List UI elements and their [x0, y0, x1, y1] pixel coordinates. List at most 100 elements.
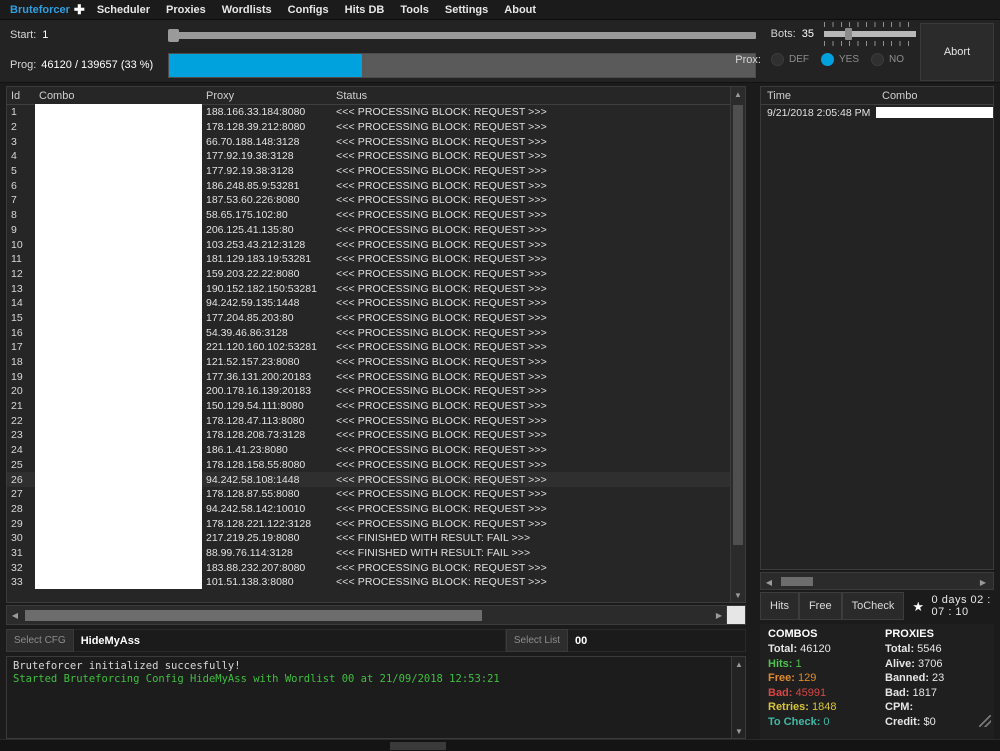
hits-col-combo[interactable]: Combo: [876, 90, 993, 102]
table-row[interactable]: 30 217.219.25.19:8080 <<< FINISHED WITH RE…: [7, 531, 745, 546]
menu-item-about[interactable]: About: [504, 4, 536, 16]
prox-radio-yes[interactable]: [820, 53, 834, 66]
hits-scroll-left-icon[interactable]: ◀: [761, 573, 777, 591]
table-row[interactable]: 29 178.128.221.122:3128 <<< PROCESSING BLO…: [7, 516, 745, 531]
cell-status: <<< FINISHED WITH RESULT: FAIL >>>: [336, 532, 531, 545]
table-row[interactable]: 6 186.248.85.9:53281 <<< PROCESSING BLOCK:…: [7, 178, 745, 193]
cell-status: <<< PROCESSING BLOCK: REQUEST >>>: [336, 400, 547, 413]
menu-item-settings[interactable]: Settings: [445, 4, 488, 16]
menu-item-tools[interactable]: Tools: [400, 4, 429, 16]
table-row[interactable]: 12 159.203.22.22:8080 <<< PROCESSING BLOCK…: [7, 267, 745, 282]
hits-col-time[interactable]: Time: [761, 90, 876, 102]
table-row[interactable]: 10 103.253.43.212:3128 <<< PROCESSING BLOC…: [7, 237, 745, 252]
tab-hits[interactable]: Hits: [760, 592, 799, 620]
table-row[interactable]: 27 178.128.87.55:8080 <<< PROCESSING BLOCK…: [7, 487, 745, 502]
table-row[interactable]: 33 101.51.138.3:8080 <<< PROCESSING BLOCK:…: [7, 575, 745, 590]
table-row[interactable]: 8 58.65.175.102:80 <<< PROCESSING BLOCK: R…: [7, 208, 745, 223]
cell-status: <<< PROCESSING BLOCK: REQUEST >>>: [336, 370, 547, 383]
table-row[interactable]: 31 88.99.76.114:3128 <<< FINISHED WITH RES…: [7, 546, 745, 561]
result-tabs: Hits Free ToCheck ★ 0 days 02 : 07 : 10: [760, 592, 994, 620]
progress-bar: [168, 52, 756, 78]
menu-item-configs[interactable]: Configs: [288, 4, 329, 16]
table-row[interactable]: 21 150.129.54.111:8080 <<< PROCESSING BLOC…: [7, 399, 745, 414]
app-brand[interactable]: Bruteforcer: [10, 4, 70, 16]
abort-button[interactable]: Abort: [920, 23, 994, 81]
menu-item-proxies[interactable]: Proxies: [166, 4, 206, 16]
table-row[interactable]: 5 177.92.19.38:3128 <<< PROCESSING BLOCK: …: [7, 164, 745, 179]
hit-row[interactable]: 9/21/2018 2:05:48 PM: [761, 105, 993, 120]
prox-radio-no[interactable]: [871, 53, 884, 66]
grid-vertical-scrollbar[interactable]: ▲ ▼: [730, 87, 745, 602]
cell-proxy: 94.242.58.142:10010: [206, 502, 306, 515]
table-row[interactable]: 2 178.128.39.212:8080 <<< PROCESSING BLOCK…: [7, 120, 745, 135]
grid-col-combo[interactable]: Combo: [35, 90, 202, 102]
start-slider-thumb[interactable]: [168, 28, 179, 42]
cell-status: <<< PROCESSING BLOCK: REQUEST >>>: [336, 135, 547, 148]
table-row[interactable]: 23 178.128.208.73:3128 <<< PROCESSING BLOC…: [7, 428, 745, 443]
log-scroll-down-icon[interactable]: ▼: [732, 724, 745, 738]
grid-horizontal-scroll-thumb[interactable]: [25, 610, 482, 621]
table-row[interactable]: 7 187.53.60.226:8080 <<< PROCESSING BLOCK:…: [7, 193, 745, 208]
table-row[interactable]: 28 94.242.58.142:10010 <<< PROCESSING BLOC…: [7, 502, 745, 517]
bots-slider-thumb[interactable]: [845, 28, 852, 40]
table-row[interactable]: 3 66.70.188.148:3128 <<< PROCESSING BLOCK:…: [7, 134, 745, 149]
table-row[interactable]: 24 186.1.41.23:8080 <<< PROCESSING BLOCK: …: [7, 443, 745, 458]
stat-line: To Check: 0: [768, 716, 877, 728]
hits-scroll-right-icon[interactable]: ▶: [975, 573, 991, 591]
table-row[interactable]: 4 177.92.19.38:3128 <<< PROCESSING BLOCK: …: [7, 149, 745, 164]
hits-horizontal-scroll-thumb[interactable]: [781, 577, 813, 586]
hits-body: 9/21/2018 2:05:48 PM: [761, 105, 993, 120]
window-resize-grip[interactable]: [979, 715, 991, 727]
table-row[interactable]: 14 94.242.59.135:1448 <<< PROCESSING BLOCK…: [7, 296, 745, 311]
stat-key: Total:: [885, 643, 915, 655]
elapsed-timer: ★ 0 days 02 : 07 : 10: [904, 592, 994, 620]
grid-col-proxy[interactable]: Proxy: [202, 90, 332, 102]
cell-id: 22: [11, 414, 23, 427]
grid-col-id[interactable]: Id: [7, 90, 35, 102]
table-row[interactable]: 11 181.129.183.19:53281 <<< PROCESSING BLO…: [7, 252, 745, 267]
scroll-down-icon[interactable]: ▼: [731, 588, 745, 602]
table-row[interactable]: 32 183.88.232.207:8080 <<< PROCESSING BLOC…: [7, 560, 745, 575]
bots-slider[interactable]: [824, 22, 916, 46]
plus-icon[interactable]: ✚: [74, 3, 85, 16]
table-row[interactable]: 13 190.152.182.150:53281 <<< PROCESSING BL…: [7, 281, 745, 296]
grid-col-status[interactable]: Status: [332, 90, 745, 102]
scroll-right-icon[interactable]: ▶: [711, 606, 727, 624]
log-scroll-up-icon[interactable]: ▲: [732, 657, 745, 671]
cell-status: <<< PROCESSING BLOCK: REQUEST >>>: [336, 458, 547, 471]
table-row[interactable]: 16 54.39.46.86:3128 <<< PROCESSING BLOCK: …: [7, 325, 745, 340]
tab-tocheck[interactable]: ToCheck: [841, 592, 905, 620]
hits-horizontal-scrollbar[interactable]: ◀ ▶: [760, 572, 994, 590]
table-row[interactable]: 20 200.178.16.139:20183 <<< PROCESSING BLO…: [7, 384, 745, 399]
select-list-button[interactable]: Select List: [505, 629, 568, 652]
select-cfg-button[interactable]: Select CFG: [6, 629, 74, 652]
table-row[interactable]: 26 94.242.58.108:1448 <<< PROCESSING BLOCK…: [7, 472, 745, 487]
cell-proxy: 150.129.54.111:8080: [206, 400, 304, 413]
table-row[interactable]: 25 178.128.158.55:8080 <<< PROCESSING BLOC…: [7, 458, 745, 473]
table-row[interactable]: 1 188.166.33.184:8080 <<< PROCESSING BLOCK…: [7, 105, 745, 120]
grid-horizontal-scrollbar[interactable]: ◀ ▶: [6, 605, 746, 625]
table-row[interactable]: 22 178.128.47.113:8080 <<< PROCESSING BLOC…: [7, 413, 745, 428]
menu-item-wordlists[interactable]: Wordlists: [222, 4, 272, 16]
stat-value: 45991: [792, 686, 827, 699]
cell-id: 30: [11, 532, 23, 545]
table-row[interactable]: 19 177.36.131.200:20183 <<< PROCESSING BLO…: [7, 369, 745, 384]
start-slider-track[interactable]: [168, 31, 756, 39]
table-row[interactable]: 15 177.204.85.203:80 <<< PROCESSING BLOCK:…: [7, 311, 745, 326]
table-row[interactable]: 18 121.52.157.23:8080 <<< PROCESSING BLOCK…: [7, 355, 745, 370]
grid-vertical-scroll-thumb[interactable]: [733, 105, 743, 545]
menu-item-hits-db[interactable]: Hits DB: [345, 4, 385, 16]
prox-radio-def[interactable]: [770, 53, 784, 66]
tab-free[interactable]: Free: [798, 592, 842, 620]
scroll-up-icon[interactable]: ▲: [731, 87, 745, 101]
right-pane: Time Combo 9/21/2018 2:05:48 PM ◀ ▶ Hits…: [752, 84, 1000, 751]
cell-status: <<< PROCESSING BLOCK: REQUEST >>>: [336, 150, 547, 163]
log-vertical-scrollbar[interactable]: ▲ ▼: [731, 657, 745, 738]
scroll-left-icon[interactable]: ◀: [7, 606, 23, 624]
cell-proxy: 190.152.182.150:53281: [206, 282, 317, 295]
menu-item-scheduler[interactable]: Scheduler: [97, 4, 150, 16]
cell-proxy: 177.36.131.200:20183: [206, 370, 312, 383]
table-row[interactable]: 9 206.125.41.135:80 <<< PROCESSING BLOCK: …: [7, 223, 745, 238]
cell-proxy: 183.88.232.207:8080: [206, 561, 306, 574]
table-row[interactable]: 17 221.120.160.102:53281 <<< PROCESSING BL…: [7, 340, 745, 355]
